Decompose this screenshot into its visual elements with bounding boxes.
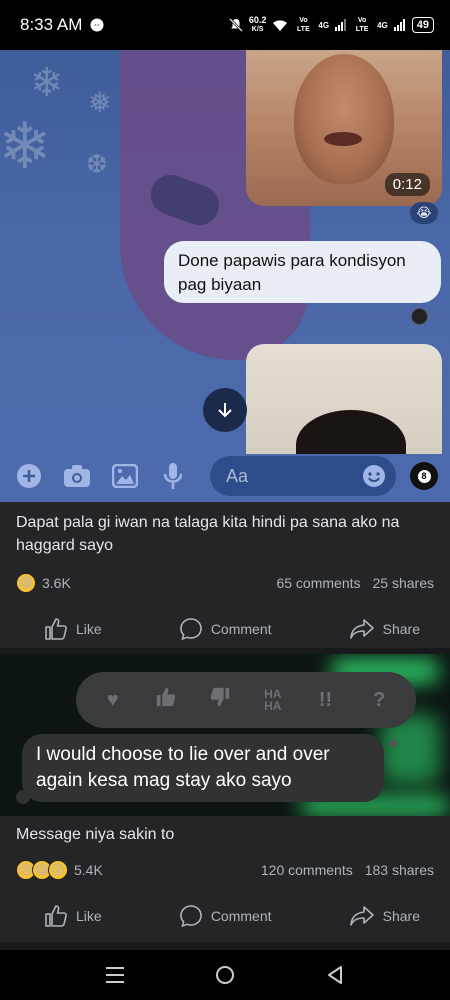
- comment-icon: [180, 905, 202, 928]
- scroll-down-button[interactable]: [203, 388, 247, 432]
- mute-bell-icon: [228, 18, 243, 32]
- comment-button[interactable]: Comment: [179, 904, 272, 928]
- net-speed: 60.2 K/S: [249, 16, 267, 34]
- message-input-placeholder: Aa: [226, 465, 249, 486]
- share-icon: [349, 906, 374, 926]
- like-button[interactable]: Like: [44, 617, 102, 641]
- plus-icon[interactable]: [12, 459, 46, 493]
- back-button[interactable]: [315, 955, 355, 995]
- post-2-text: Message niya sakin to: [16, 826, 175, 843]
- haha-reaction-icon: HA HA: [264, 687, 282, 713]
- status-time: 8:33 AM: [20, 15, 83, 34]
- post-2-actions: Like Comment Share: [0, 890, 450, 942]
- post-2-stats: 😢 😆 😮 5.4K 120 comments 183 shares: [0, 850, 450, 890]
- snowflake-icon: ❆: [86, 150, 108, 180]
- sim1-network: 4G: [318, 20, 330, 30]
- eight-ball-icon[interactable]: 8: [410, 462, 438, 490]
- wifi-icon: [272, 19, 288, 32]
- share-button[interactable]: Share: [349, 905, 420, 927]
- thumbs-up-icon: [45, 618, 67, 640]
- comment-icon: [180, 618, 202, 641]
- post-2-comments-count[interactable]: 120 comments: [261, 862, 353, 878]
- video-message-1[interactable]: 0:12: [246, 50, 442, 206]
- wow-reaction-icon: 😮: [48, 860, 68, 880]
- signal-icon-1: [335, 19, 347, 31]
- question-reaction-icon: ?: [373, 688, 386, 711]
- sent-message-bubble[interactable]: Done papawis para kondisyon pag biyaan: [164, 241, 441, 303]
- system-nav-bar: [0, 950, 450, 1000]
- post-1-comments-count[interactable]: 65 comments: [276, 575, 360, 591]
- bubble-tail: [16, 790, 30, 804]
- share-label: Share: [382, 908, 420, 924]
- comment-label: Comment: [210, 908, 272, 924]
- thumbs-up-reaction-icon: [150, 686, 182, 714]
- net-speed-value: 60.2: [248, 15, 267, 25]
- recents-button[interactable]: [95, 955, 135, 995]
- share-label: Share: [382, 621, 420, 637]
- snowflake-icon: ❄: [0, 110, 52, 184]
- bubble-dot: [390, 740, 397, 747]
- like-label: Like: [76, 621, 102, 637]
- net-speed-unit: K/S: [251, 26, 264, 33]
- back-triangle-icon: [328, 966, 342, 984]
- like-label: Like: [76, 908, 102, 924]
- post-2-reactions[interactable]: 😢 😆 😮 5.4K: [16, 860, 103, 880]
- menu-lines-icon: [106, 967, 124, 983]
- arrow-down-icon: [218, 403, 232, 418]
- post-1-image[interactable]: ❄ ❄ ❅ ❆ 0:12 😭 Done papawis para kondisy…: [0, 50, 450, 502]
- camera-icon[interactable]: [60, 459, 94, 493]
- post-2-image[interactable]: ♥ HA HA !! ? I would choose to lie over …: [0, 654, 450, 816]
- status-right: 60.2 K/S Vo LTE 4G Vo LTE 4G 49: [228, 16, 434, 34]
- sim2-label: Vo LTE: [355, 17, 369, 33]
- reaction-picker: ♥ HA HA !! ?: [76, 672, 416, 728]
- haha-reaction-icon: 😆: [16, 573, 36, 593]
- video-message-2[interactable]: [246, 344, 442, 454]
- post-1-reactions[interactable]: 😆 3.6K: [16, 573, 71, 593]
- received-message-bubble: I would choose to lie over and over agai…: [22, 734, 384, 802]
- post-1-text: Dapat pala gi iwan na talaga kita hindi …: [16, 514, 400, 554]
- thumbs-up-icon: [45, 905, 67, 927]
- snowflake-icon: ❄: [30, 60, 64, 106]
- home-button[interactable]: [205, 955, 245, 995]
- emoji-icon[interactable]: [362, 464, 386, 488]
- comment-button[interactable]: Comment: [179, 617, 272, 641]
- seen-avatar: [411, 308, 428, 325]
- share-icon: [349, 619, 374, 639]
- snowflake-icon: ❅: [88, 86, 112, 119]
- post-2-reactions-count: 5.4K: [74, 862, 103, 878]
- video-thumbnail-head: [296, 410, 406, 454]
- video-thumbnail-detail: [324, 132, 362, 146]
- heart-reaction-icon: ♥: [106, 688, 119, 711]
- status-bar: 8:33 AM 60.2 K/S Vo LTE 4G Vo LTE 4G 49: [0, 0, 450, 50]
- crying-emoji-reaction[interactable]: 😭: [410, 202, 438, 224]
- post-2: Message niya sakin to 😢 😆 😮 5.4K 120 com…: [0, 816, 450, 942]
- exclamation-reaction-icon: !!: [318, 688, 333, 711]
- signal-icon-2: [393, 19, 406, 31]
- post-1-reactions-count: 3.6K: [42, 575, 71, 591]
- video-duration: 0:12: [384, 173, 430, 196]
- post-1: Dapat pala gi iwan na talaga kita hindi …: [0, 502, 450, 648]
- status-left: 8:33 AM: [20, 15, 104, 35]
- like-button[interactable]: Like: [44, 904, 102, 928]
- sim1-label: Vo LTE: [297, 17, 310, 33]
- message-input[interactable]: Aa: [210, 456, 396, 496]
- eight-ball-label: 8: [417, 469, 431, 483]
- post-1-shares-count[interactable]: 25 shares: [373, 575, 434, 591]
- gallery-icon[interactable]: [108, 459, 142, 493]
- post-divider: [0, 942, 450, 950]
- thumbs-down-reaction-icon: [204, 686, 236, 714]
- microphone-icon[interactable]: [156, 459, 190, 493]
- comment-label: Comment: [210, 621, 272, 637]
- video-thumbnail-face: [294, 54, 394, 184]
- post-1-stats: 😆 3.6K 65 comments 25 shares: [0, 563, 450, 603]
- post-2-shares-count[interactable]: 183 shares: [365, 862, 434, 878]
- sim2-network: 4G: [377, 20, 388, 30]
- share-button[interactable]: Share: [349, 618, 420, 640]
- message-composer: Aa 8: [0, 450, 450, 502]
- home-circle-icon: [216, 966, 234, 984]
- messenger-notification-icon: [90, 18, 104, 32]
- battery-indicator: 49: [411, 17, 434, 33]
